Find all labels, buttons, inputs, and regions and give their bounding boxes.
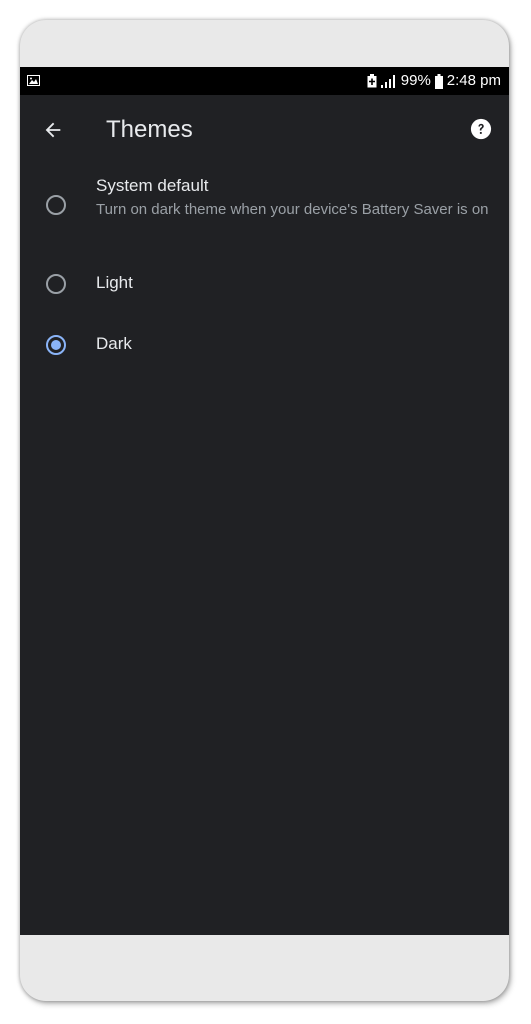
radio-dark[interactable] <box>46 335 66 355</box>
radio-system-default[interactable] <box>46 195 66 215</box>
screen: 99% 2:48 pm Themes System default Turn o… <box>20 67 509 935</box>
option-dark[interactable]: Dark <box>20 325 509 387</box>
battery-percent: 99% <box>400 72 431 89</box>
battery-saver-icon <box>367 74 377 88</box>
battery-icon <box>434 73 443 89</box>
device-frame: 99% 2:48 pm Themes System default Turn o… <box>20 20 509 1001</box>
help-icon <box>470 118 492 140</box>
option-label: Light <box>96 273 133 292</box>
page-title: Themes <box>106 116 193 143</box>
app-bar: Themes <box>20 95 509 165</box>
status-bar: 99% 2:48 pm <box>20 67 509 95</box>
signal-icon <box>380 75 395 88</box>
back-arrow-icon <box>45 122 61 138</box>
option-system-default[interactable]: System default Turn on dark theme when y… <box>20 165 509 263</box>
status-time: 2:48 pm <box>446 72 501 89</box>
help-button[interactable] <box>467 115 495 143</box>
option-light[interactable]: Light <box>20 263 509 325</box>
back-button[interactable] <box>36 113 70 147</box>
gallery-notification-icon <box>27 75 40 86</box>
option-description: Turn on dark theme when your device's Ba… <box>96 201 489 218</box>
option-label: Dark <box>96 334 132 353</box>
radio-light[interactable] <box>46 274 66 294</box>
option-label: System default <box>96 176 209 195</box>
theme-options: System default Turn on dark theme when y… <box>20 165 509 387</box>
status-indicators: 99% 2:48 pm <box>367 67 501 95</box>
